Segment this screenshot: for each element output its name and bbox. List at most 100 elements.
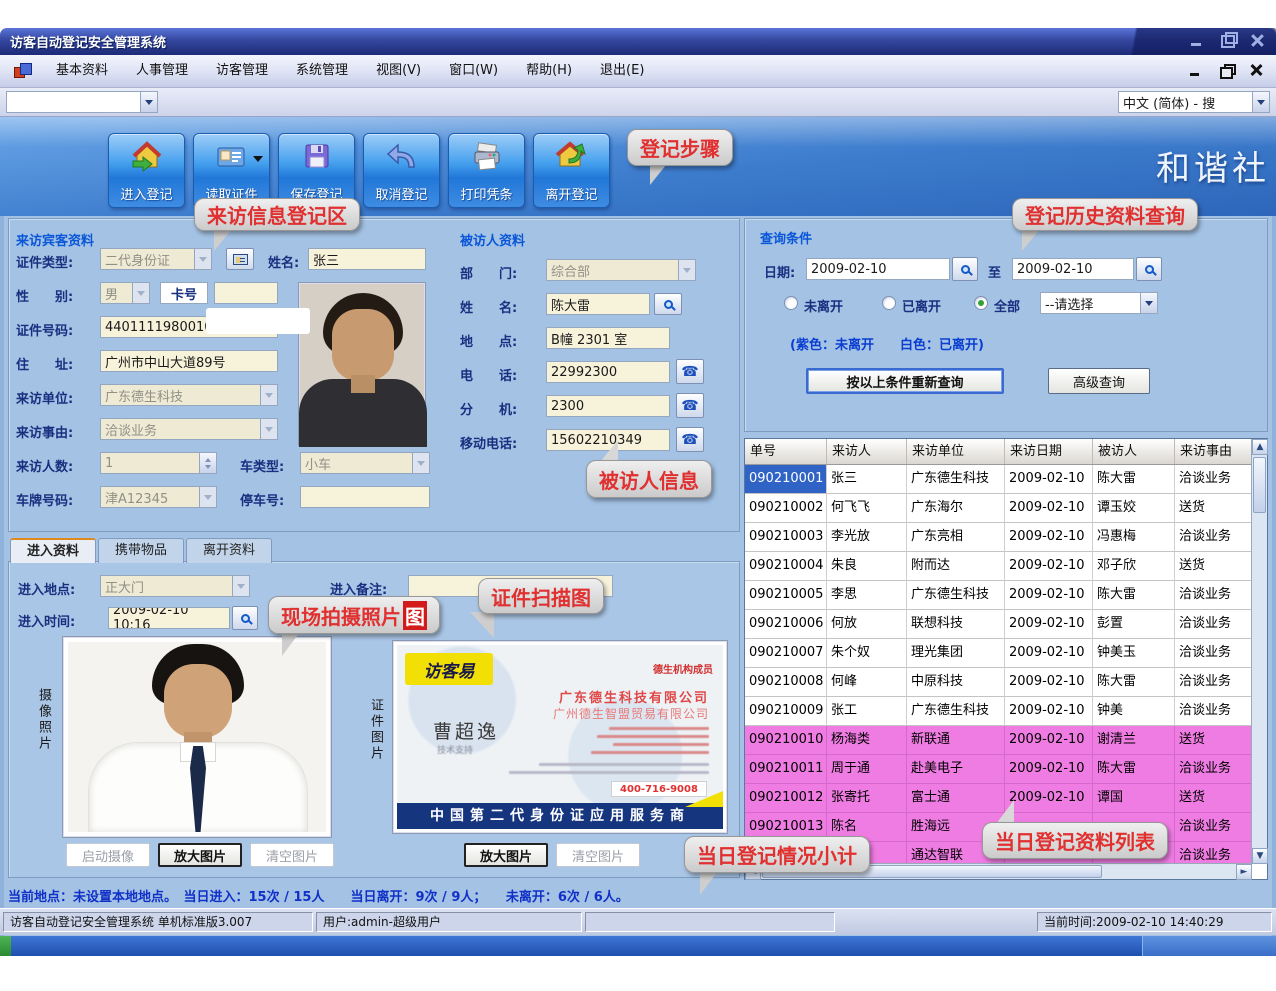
cell-visitor[interactable]: 何放 — [827, 610, 907, 639]
cell-company[interactable]: 广东德生科技 — [907, 581, 1005, 610]
mdi-minimize-button[interactable] — [1188, 63, 1204, 78]
col-header-reason[interactable]: 来访事由 — [1175, 439, 1252, 464]
date-from-field[interactable]: 2009-02-10 — [806, 258, 950, 280]
cell-reason[interactable]: 洽谈业务 — [1175, 755, 1252, 784]
chevron-down-icon[interactable] — [140, 92, 157, 112]
cell-visited[interactable]: 谭国 — [1093, 784, 1175, 813]
scroll-right-icon[interactable]: ► — [1236, 864, 1252, 880]
col-header-visitor[interactable]: 来访人 — [827, 439, 907, 464]
card-reader-button[interactable] — [226, 248, 254, 270]
cell-reason[interactable]: 洽谈业务 — [1175, 523, 1252, 552]
cell-id[interactable]: 090210006 — [745, 610, 827, 639]
table-row[interactable]: 090210006 何放 联想科技 2009-02-10 彭置 洽谈业务 — [745, 610, 1252, 639]
visitor-count-field[interactable]: 1 — [100, 452, 200, 474]
tab-entry-data[interactable]: 进入资料 — [10, 538, 96, 563]
cell-id[interactable]: 090210010 — [745, 726, 827, 755]
close-button[interactable] — [1248, 32, 1266, 49]
cell-id[interactable]: 090210011 — [745, 755, 827, 784]
cell-company[interactable]: 赴美电子 — [907, 755, 1005, 784]
col-header-visited[interactable]: 被访人 — [1093, 439, 1175, 464]
cell-date[interactable]: 2009-02-10 — [1005, 552, 1093, 581]
radio-left[interactable] — [882, 296, 896, 310]
dial-mobile-button[interactable]: ☎ — [676, 427, 704, 452]
cell-visitor[interactable]: 何峰 — [827, 668, 907, 697]
restore-button[interactable] — [1218, 32, 1236, 49]
table-row[interactable]: 090210008 何峰 中原科技 2009-02-10 陈大雷 洽谈业务 — [745, 668, 1252, 697]
table-vertical-scrollbar[interactable]: ▲ ▼ — [1251, 439, 1267, 864]
cert-type-select[interactable]: 二代身份证 — [100, 248, 212, 270]
cell-date[interactable]: 2009-02-10 — [1005, 726, 1093, 755]
cell-date[interactable]: 2009-02-10 — [1005, 581, 1093, 610]
cancel-register-button[interactable]: 取消登记 — [363, 133, 440, 208]
tab-carried-items[interactable]: 携带物品 — [98, 538, 184, 563]
cell-reason[interactable]: 洽谈业务 — [1175, 610, 1252, 639]
cell-visitor[interactable]: 杨海类 — [827, 726, 907, 755]
zoom-card-button[interactable]: 放大图片 — [464, 843, 548, 867]
cell-reason[interactable]: 送货 — [1175, 784, 1252, 813]
start-camera-button[interactable]: 启动摄像 — [66, 843, 150, 867]
cell-date[interactable]: 2009-02-10 — [1005, 755, 1093, 784]
menu-view[interactable]: 视图(V) — [362, 55, 435, 87]
cell-date[interactable]: 2009-02-10 — [1005, 610, 1093, 639]
car-type-select[interactable]: 小车 — [300, 452, 430, 474]
cell-reason[interactable]: 洽谈业务 — [1175, 842, 1252, 863]
date-from-picker-button[interactable] — [952, 257, 978, 281]
entry-time-field[interactable]: 2009-02-10 10:16 — [108, 607, 230, 629]
cell-visitor[interactable]: 朱良 — [827, 552, 907, 581]
cell-reason[interactable]: 洽谈业务 — [1175, 639, 1252, 668]
cell-reason[interactable]: 洽谈业务 — [1175, 668, 1252, 697]
scroll-up-icon[interactable]: ▲ — [1252, 439, 1268, 455]
cell-visitor[interactable]: 李思 — [827, 581, 907, 610]
cell-id[interactable]: 090210012 — [745, 784, 827, 813]
language-bar-combo[interactable]: 中文 (简体) - 搜 — [1118, 91, 1270, 113]
cell-visited[interactable]: 陈大雷 — [1093, 581, 1175, 610]
cell-company[interactable]: 富士通 — [907, 784, 1005, 813]
menu-hr[interactable]: 人事管理 — [122, 55, 202, 87]
col-header-date[interactable]: 来访日期 — [1005, 439, 1093, 464]
menu-visitor[interactable]: 访客管理 — [202, 55, 282, 87]
cell-visited[interactable]: 谢清兰 — [1093, 726, 1175, 755]
lookup-person-button[interactable] — [654, 293, 682, 315]
parking-field[interactable] — [300, 486, 430, 508]
cell-id[interactable]: 090210004 — [745, 552, 827, 581]
cell-reason[interactable]: 送货 — [1175, 552, 1252, 581]
cell-date[interactable]: 2009-02-10 — [1005, 494, 1093, 523]
menu-exit[interactable]: 退出(E) — [586, 55, 658, 87]
table-row[interactable]: 090210004 朱良 附而达 2009-02-10 邓子欣 送货 — [745, 552, 1252, 581]
cell-date[interactable]: 2009-02-10 — [1005, 668, 1093, 697]
system-tray[interactable] — [1142, 936, 1276, 956]
visitor-name-field[interactable]: 张三 — [308, 248, 426, 270]
cell-reason[interactable]: 洽谈业务 — [1175, 813, 1252, 842]
phone-field[interactable]: 22992300 — [546, 361, 670, 383]
table-row[interactable]: 090210001 张三 广东德生科技 2009-02-10 陈大雷 洽谈业务 — [745, 465, 1252, 494]
cell-company[interactable]: 联想科技 — [907, 610, 1005, 639]
cell-date[interactable]: 2009-02-10 — [1005, 697, 1093, 726]
card-no-field[interactable] — [214, 282, 278, 304]
requery-button[interactable]: 按以上条件重新查询 — [806, 368, 1004, 394]
enter-register-button[interactable]: 进入登记 — [108, 133, 185, 208]
cell-company[interactable]: 广东德生科技 — [907, 697, 1005, 726]
cell-company[interactable]: 新联通 — [907, 726, 1005, 755]
visitor-count-stepper[interactable] — [200, 452, 217, 474]
cell-visited[interactable]: 彭置 — [1093, 610, 1175, 639]
query-type-select[interactable]: --请选择 — [1040, 292, 1158, 314]
table-row[interactable]: 090210009 张工 广东德生科技 2009-02-10 钟美 洽谈业务 — [745, 697, 1252, 726]
address-field[interactable]: 广州市中山大道89号 — [100, 350, 278, 372]
cell-company[interactable]: 理光集团 — [907, 639, 1005, 668]
cell-visited[interactable]: 陈大雷 — [1093, 465, 1175, 494]
cell-id[interactable]: 090210001 — [745, 465, 827, 494]
cell-visited[interactable]: 邓子欣 — [1093, 552, 1175, 581]
table-row[interactable]: 090210002 何飞飞 广东海尔 2009-02-10 谭玉姣 送货 — [745, 494, 1252, 523]
location-field[interactable]: B幢 2301 室 — [546, 327, 670, 349]
mdi-restore-button[interactable] — [1218, 63, 1234, 78]
chevron-down-icon[interactable] — [253, 156, 263, 167]
cell-visitor[interactable]: 李光放 — [827, 523, 907, 552]
cell-id[interactable]: 090210008 — [745, 668, 827, 697]
plate-select[interactable]: 津A12345 — [100, 486, 217, 508]
cell-company[interactable]: 广东海尔 — [907, 494, 1005, 523]
date-to-picker-button[interactable] — [1136, 257, 1162, 281]
cell-company[interactable]: 附而达 — [907, 552, 1005, 581]
gender-select[interactable]: 男 — [100, 282, 150, 304]
menu-help[interactable]: 帮助(H) — [512, 55, 586, 87]
chevron-down-icon[interactable] — [1140, 293, 1157, 313]
